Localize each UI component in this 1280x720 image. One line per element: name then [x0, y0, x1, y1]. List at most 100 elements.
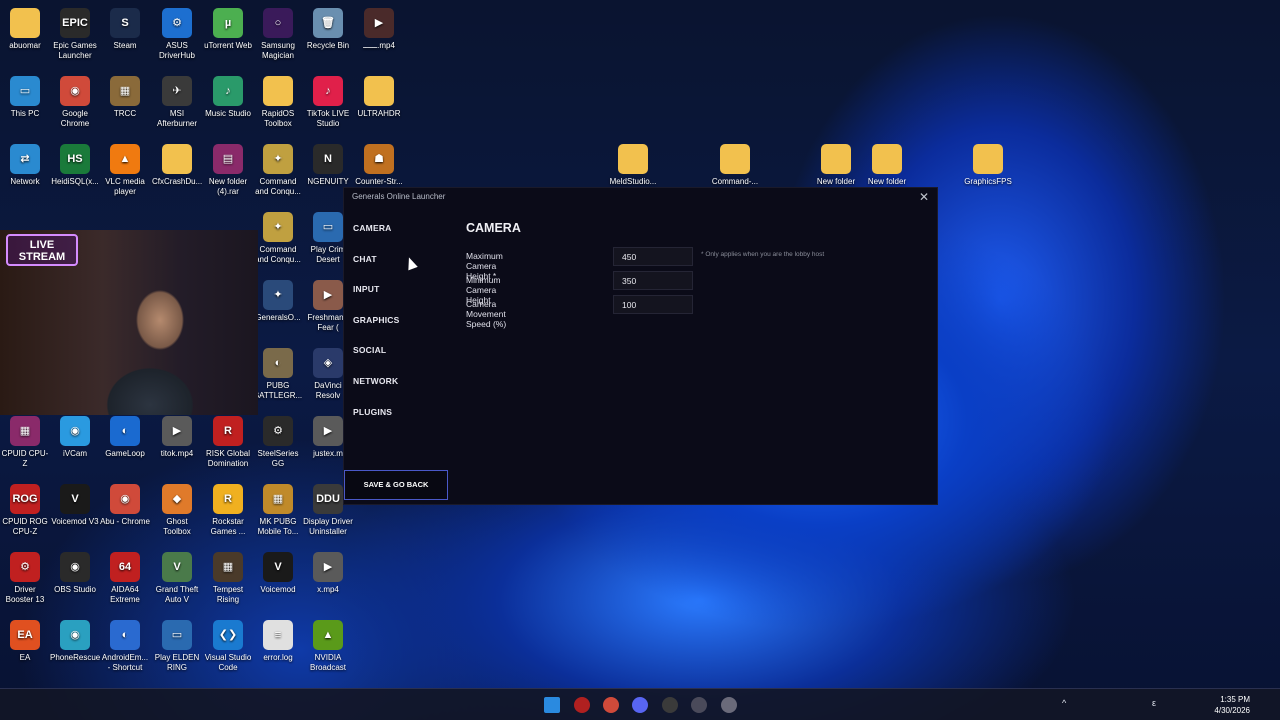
desktop-icon[interactable]: HS HeidiSQL(x... [50, 144, 100, 187]
desktop-icon[interactable]: ◐ AndroidEm... - Shortcut [100, 620, 150, 673]
nav-item-graphics[interactable]: GRAPHICS [353, 313, 448, 344]
desktop-icon[interactable]: ▭ This PC [0, 76, 50, 119]
desktop-icon[interactable]: ▶ ــــــ.mp4 [354, 8, 404, 51]
desktop-icon[interactable]: ▶ x.mp4 [303, 552, 353, 595]
nav-item-input[interactable]: INPUT [353, 282, 448, 313]
nav-item-plugins[interactable]: PLUGINS [353, 405, 448, 436]
desktop-icon[interactable]: ◉ OBS Studio [50, 552, 100, 595]
start-icon[interactable] [544, 697, 560, 713]
app-icon: ○ [263, 8, 293, 38]
app-icon: ⚙ [263, 416, 293, 446]
desktop-icon[interactable]: ◆ Ghost Toolbox [152, 484, 202, 537]
desktop-icon[interactable]: ▦ MK PUBG Mobile To... [253, 484, 303, 537]
app-icon: EA [10, 620, 40, 650]
desktop-icon[interactable]: ▶ titok.mp4 [152, 416, 202, 459]
desktop-icon-label: Recycle Bin [306, 41, 350, 50]
desktop-icon[interactable]: R RISK Global Domination [203, 416, 253, 469]
desktop-icon[interactable]: V Grand Theft Auto V [152, 552, 202, 605]
desktop-icon[interactable]: ❮❯ Visual Studio Code [203, 620, 253, 673]
desktop-icon[interactable]: New folder [811, 144, 861, 187]
desktop-icon[interactable]: ROG CPUID ROG CPU-Z [0, 484, 50, 537]
desktop-icon[interactable]: ▦ CPUID CPU-Z [0, 416, 50, 469]
desktop-icon-label: MSI Afterburner [156, 109, 198, 128]
desktop-icon[interactable]: V Voicemod [253, 552, 303, 595]
save-and-go-back-button[interactable]: SAVE & GO BACK [344, 470, 448, 500]
system-clock[interactable]: 1:35 PM 4/30/2026 [1214, 694, 1250, 716]
desktop-icon[interactable]: ◐ GameLoop [100, 416, 150, 459]
chrome-icon[interactable] [603, 697, 619, 713]
desktop-icon[interactable]: ✦ Command and Conqu... [253, 212, 303, 265]
desktop-icon[interactable]: GraphicsFPS [963, 144, 1013, 187]
desktop-icon[interactable]: ULTRAHDR [354, 76, 404, 119]
desktop-icon-label: error.log [263, 653, 293, 662]
app-icon: µ [213, 8, 243, 38]
min-camera-height-input[interactable] [613, 271, 693, 290]
language-indicator[interactable]: ε [1152, 698, 1156, 708]
desktop-icon[interactable]: CfxCrashDu... [152, 144, 202, 187]
desktop-icon[interactable]: 64 AIDA64 Extreme [100, 552, 150, 605]
desktop-icon-label: CfxCrashDu... [152, 177, 203, 186]
desktop-icon[interactable]: ✈ MSI Afterburner [152, 76, 202, 129]
desktop-icon-label: GameLoop [105, 449, 145, 458]
desktop-icon[interactable]: R Rockstar Games ... [203, 484, 253, 537]
nav-item-camera[interactable]: CAMERA [353, 221, 448, 252]
discord-icon[interactable] [632, 697, 648, 713]
desktop-icon[interactable]: EA EA [0, 620, 50, 663]
desktop-icon[interactable]: ♪ TikTok LIVE Studio [303, 76, 353, 129]
desktop-icon[interactable]: V Voicemod V3 [50, 484, 100, 527]
desktop-icon[interactable]: RapidOS Toolbox [253, 76, 303, 129]
desktop-icon-label: Tempest Rising [212, 585, 244, 604]
nav-item-network[interactable]: NETWORK [353, 374, 448, 405]
desktop-icon[interactable]: ◐ PUBG BATTLEGR... [253, 348, 303, 401]
app-icon: ☗ [364, 144, 394, 174]
desktop-icon[interactable]: S Steam [100, 8, 150, 51]
desktop-icon[interactable]: ▦ TRCC [100, 76, 150, 119]
desktop-icon-label: Command and Conqu... [255, 245, 301, 264]
desktop-icon[interactable]: N NGENUITY [303, 144, 353, 187]
app-dark-icon[interactable] [662, 697, 678, 713]
nav-item-chat[interactable]: CHAT [353, 252, 448, 283]
app-circle-icon[interactable] [691, 697, 707, 713]
desktop-icon[interactable]: ⚙ Driver Booster 13 [0, 552, 50, 605]
desktop-icon[interactable]: Command-... [710, 144, 760, 187]
desktop-icon[interactable]: 🗑 Recycle Bin [303, 8, 353, 51]
desktop-icon[interactable]: ☗ Counter-Str... [354, 144, 404, 187]
app-icon: ▶ [162, 416, 192, 446]
close-button[interactable]: ✕ [919, 190, 929, 204]
desktop-icon[interactable]: ○ Samsung Magician [253, 8, 303, 61]
max-camera-height-input[interactable] [613, 247, 693, 266]
desktop-icon[interactable]: abuomar [0, 8, 50, 51]
desktop-icon[interactable]: ◉ PhoneRescue [50, 620, 100, 663]
desktop-icon[interactable]: ◉ Abu - Chrome [100, 484, 150, 527]
app-icon: EPIC [60, 8, 90, 38]
camera-movement-speed-input[interactable] [613, 295, 693, 314]
lobby-host-note: * Only applies when you are the lobby ho… [701, 251, 825, 258]
app-icon: ▶ [313, 280, 343, 310]
desktop-icon[interactable]: New folder [862, 144, 912, 187]
desktop-icon[interactable]: ◉ iVCam [50, 416, 100, 459]
desktop-icon[interactable]: EPIC Epic Games Launcher [50, 8, 100, 61]
desktop-icon[interactable]: ▲ NVIDIA Broadcast [303, 620, 353, 673]
desktop-icon[interactable]: ▦ Tempest Rising [203, 552, 253, 605]
launcher-icon[interactable] [721, 697, 737, 713]
desktop-icon[interactable]: µ uTorrent Web [203, 8, 253, 51]
desktop-icon-label: OBS Studio [54, 585, 96, 594]
tray-overflow-icon[interactable]: ^ [1062, 698, 1066, 708]
desktop-icon[interactable]: ▤ New folder (4).rar [203, 144, 253, 197]
desktop-icon[interactable]: ✦ Command and Conqu... [253, 144, 303, 197]
desktop-icon-label: Ghost Toolbox [163, 517, 191, 536]
desktop-icon[interactable]: MeldStudio... [608, 144, 658, 187]
desktop-icon[interactable]: ▭ Play ELDEN RING [152, 620, 202, 673]
desktop-icon[interactable]: ⇄ Network [0, 144, 50, 187]
desktop-icon-label: GeneralsO... [255, 313, 301, 322]
desktop-icon[interactable]: ✦ GeneralsO... [253, 280, 303, 323]
app-red-icon[interactable] [574, 697, 590, 713]
desktop-icon[interactable]: ⚙ SteelSeries GG [253, 416, 303, 469]
desktop-icon-label: HeidiSQL(x... [51, 177, 99, 186]
desktop-icon[interactable]: ♪ Music Studio [203, 76, 253, 119]
desktop-icon[interactable]: ◉ Google Chrome [50, 76, 100, 129]
nav-item-social[interactable]: SOCIAL [353, 343, 448, 374]
desktop-icon[interactable]: ▲ VLC media player [100, 144, 150, 197]
desktop-icon[interactable]: ≡ error.log [253, 620, 303, 663]
desktop-icon[interactable]: ⚙ ASUS DriverHub [152, 8, 202, 61]
